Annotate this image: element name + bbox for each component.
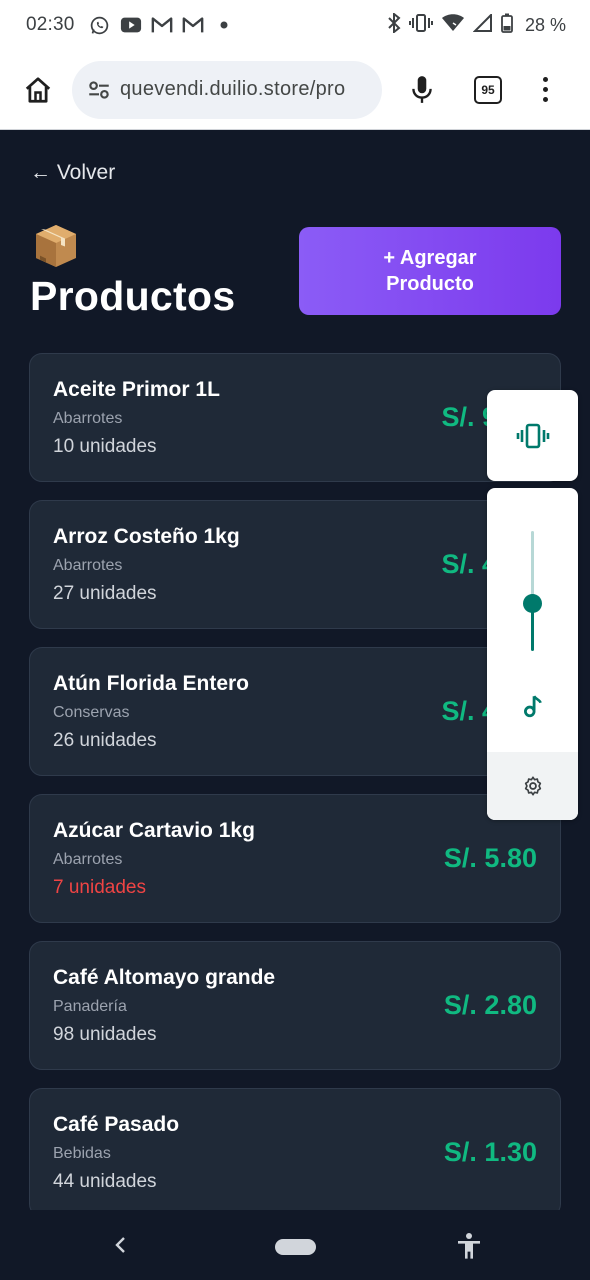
battery-percentage: 28 % xyxy=(524,14,566,35)
product-name: Café Pasado xyxy=(53,1113,180,1136)
browser-toolbar: quevendi.duilio.store/pro 95 xyxy=(0,50,590,130)
product-stock: 26 unidades xyxy=(53,730,157,751)
volume-panel xyxy=(487,488,578,820)
home-button[interactable] xyxy=(18,70,58,110)
product-name: Aceite Primor 1L xyxy=(53,378,220,401)
home-icon xyxy=(25,76,51,103)
product-name: Café Altomayo grande xyxy=(53,966,276,989)
voice-search-button[interactable] xyxy=(402,70,442,110)
product-stock: 98 unidades xyxy=(53,1024,157,1045)
product-stock: 27 unidades xyxy=(53,583,157,604)
product-price: S/. 5.80 xyxy=(443,843,537,873)
wifi-icon xyxy=(441,13,465,37)
product-category: Abarrotes xyxy=(53,851,123,868)
back-link[interactable]: ← Volver xyxy=(30,161,115,185)
product-category: Bebidas xyxy=(53,1145,111,1162)
product-name: Arroz Costeño 1kg xyxy=(53,525,240,548)
bluetooth-icon xyxy=(387,11,401,38)
product-card[interactable]: Café Altomayo grande Panadería 98 unidad… xyxy=(29,941,561,1070)
product-card[interactable]: Arroz Costeño 1kg Abarrotes 27 unidades … xyxy=(29,500,561,629)
url-text[interactable]: quevendi.duilio.store/pro xyxy=(120,78,345,101)
page-header: Productos xyxy=(30,219,235,320)
page-title: Productos xyxy=(30,273,236,319)
music-note-icon xyxy=(524,695,542,718)
product-price: S/. 1.30 xyxy=(443,1137,537,1167)
nav-back-icon[interactable] xyxy=(110,1234,132,1256)
whatsapp-icon xyxy=(89,14,111,36)
more-dot xyxy=(542,97,548,102)
product-category: Panadería xyxy=(53,998,127,1015)
microphone-icon xyxy=(412,75,432,103)
more-options-button[interactable] xyxy=(530,70,560,110)
battery-icon xyxy=(501,13,513,38)
gmail-icon xyxy=(182,14,204,36)
site-settings-icon[interactable] xyxy=(86,77,112,103)
status-bar: 02:30 28 % xyxy=(0,0,590,50)
signal-icon xyxy=(472,12,493,37)
tab-switcher-button[interactable]: 95 xyxy=(474,75,502,104)
product-category: Abarrotes xyxy=(53,557,123,574)
vibrate-icon xyxy=(408,13,433,38)
product-category: Abarrotes xyxy=(53,410,123,427)
status-time: 02:30 xyxy=(26,14,75,35)
product-name: Azúcar Cartavio 1kg xyxy=(53,819,255,842)
more-dot xyxy=(542,87,548,92)
accessibility-icon[interactable] xyxy=(456,1232,482,1260)
product-stock: 10 unidades xyxy=(53,436,157,457)
product-card[interactable]: Azúcar Cartavio 1kg Abarrotes 7 unidades… xyxy=(29,794,561,923)
notification-dot-icon xyxy=(213,14,235,36)
volume-slider-track[interactable] xyxy=(531,531,534,603)
product-card[interactable]: Atún Florida Entero Conservas 26 unidade… xyxy=(29,647,561,776)
navigation-bar xyxy=(0,1210,590,1280)
product-stock-low: 7 unidades xyxy=(53,877,146,898)
url-bar[interactable]: quevendi.duilio.store/pro xyxy=(72,60,382,119)
volume-slider-thumb[interactable] xyxy=(523,594,542,613)
product-category: Conservas xyxy=(53,704,130,721)
product-card[interactable]: Aceite Primor 1L Abarrotes 10 unidades S… xyxy=(29,353,561,482)
gmail-icon xyxy=(151,14,173,36)
product-price: S/. 2.80 xyxy=(443,990,537,1020)
product-card[interactable]: Café Pasado Bebidas 44 unidades S/. 1.30 xyxy=(29,1088,561,1210)
package-icon xyxy=(36,225,76,267)
ringer-mode-button[interactable] xyxy=(487,390,578,481)
youtube-icon xyxy=(120,14,142,36)
nav-home-pill[interactable] xyxy=(275,1239,316,1255)
product-stock: 44 unidades xyxy=(53,1171,157,1192)
add-product-button[interactable]: + Agregar Producto xyxy=(299,227,561,315)
product-name: Atún Florida Entero xyxy=(53,672,249,695)
volume-settings-button[interactable] xyxy=(487,752,578,820)
gear-icon xyxy=(524,776,541,796)
vibrate-icon xyxy=(516,423,549,448)
more-dot xyxy=(542,77,548,82)
